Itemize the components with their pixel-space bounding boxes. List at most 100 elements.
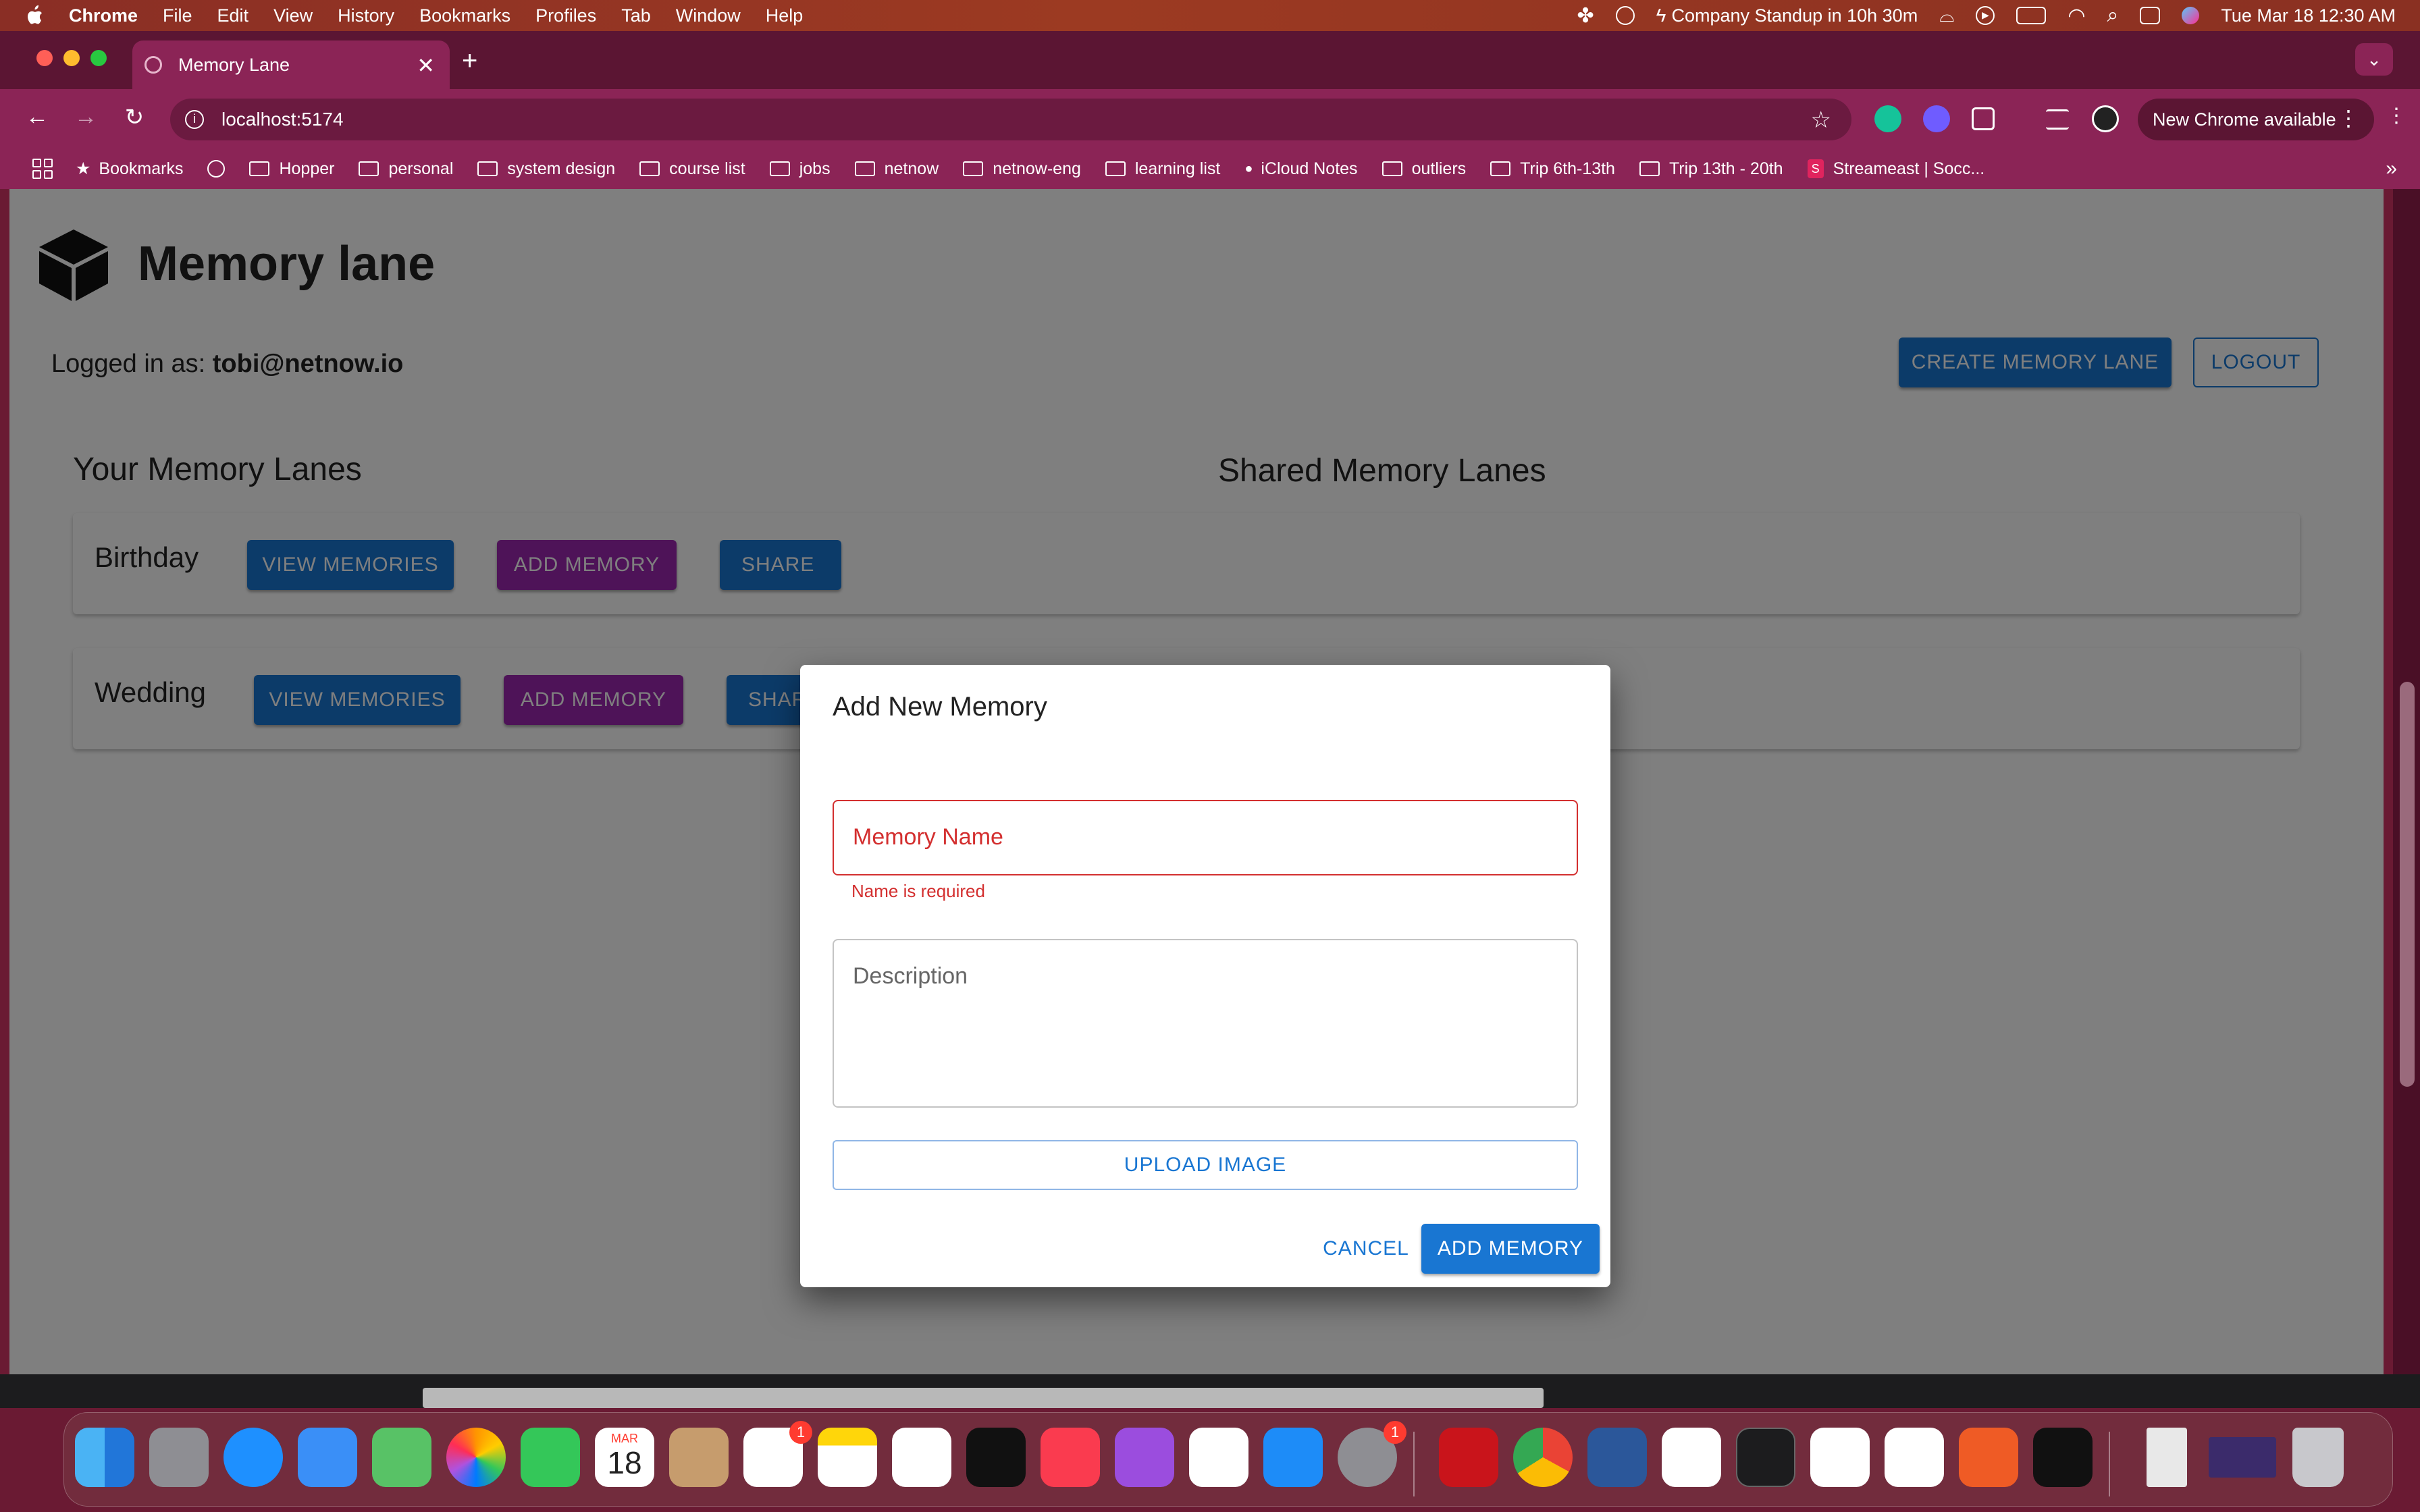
cursor-icon[interactable]	[2033, 1428, 2093, 1487]
bookmark-folder[interactable]: learning list	[1105, 159, 1220, 179]
play-icon[interactable]: ▶	[1976, 6, 1995, 25]
creative-cloud-icon[interactable]	[1615, 6, 1635, 25]
bookmark-folder[interactable]: Trip 13th - 20th	[1639, 159, 1783, 179]
trash-icon[interactable]	[2292, 1428, 2344, 1487]
bookmark-folder[interactable]: jobs	[769, 159, 831, 179]
upload-image-button[interactable]: UPLOAD IMAGE	[833, 1140, 1578, 1190]
music-icon[interactable]	[1041, 1428, 1100, 1487]
podcasts-icon[interactable]	[1115, 1428, 1174, 1487]
reload-icon[interactable]: ↻	[119, 104, 150, 131]
menu-profiles[interactable]: Profiles	[535, 5, 596, 26]
apps-grid-icon[interactable]	[32, 159, 53, 179]
launchpad-icon[interactable]	[149, 1428, 209, 1487]
submit-add-memory-button[interactable]: ADD MEMORY	[1421, 1224, 1600, 1274]
postman-icon[interactable]	[1959, 1428, 2018, 1487]
siri-icon[interactable]	[2182, 7, 2200, 24]
bookmark-folder[interactable]: outliers	[1382, 159, 1466, 179]
horizontal-scrollbar[interactable]	[0, 1374, 2420, 1408]
bookmark-label: netnow	[884, 159, 939, 178]
spotlight-search-icon[interactable]: ⌕	[2107, 4, 2119, 27]
folder-icon	[1639, 161, 1660, 176]
bookmark-star-icon[interactable]: ☆	[1811, 107, 1831, 134]
bookmark-item[interactable]: ● iCloud Notes	[1244, 159, 1357, 179]
asana-icon[interactable]	[1810, 1428, 1870, 1487]
address-bar[interactable]: i localhost:5174 ☆	[170, 99, 1851, 140]
forward-arrow-icon[interactable]: →	[70, 104, 101, 130]
menu-tab[interactable]: Tab	[621, 5, 651, 26]
window-close-button[interactable]	[36, 50, 53, 66]
terminal-icon[interactable]	[1736, 1428, 1795, 1487]
wifi-icon[interactable]: ◠	[2068, 4, 2085, 28]
app-store-icon[interactable]	[1263, 1428, 1323, 1487]
extensions-puzzle-icon[interactable]	[1972, 107, 1995, 130]
screenshot-stack-icon[interactable]	[2209, 1437, 2276, 1478]
grammarly-extension-icon[interactable]	[1874, 105, 1901, 132]
menu-bookmarks[interactable]: Bookmarks	[419, 5, 510, 26]
side-menu-icon[interactable]: ⋮	[2381, 104, 2412, 128]
menu-history[interactable]: History	[338, 5, 394, 26]
photos-icon[interactable]	[446, 1428, 506, 1487]
extension-gear-icon[interactable]	[1923, 105, 1950, 132]
bookmark-folder[interactable]: netnow	[854, 159, 939, 179]
tab-search-chevron-icon[interactable]: ⌄	[2355, 43, 2393, 76]
finder-icon[interactable]	[75, 1428, 134, 1487]
update-chrome-button[interactable]: New Chrome available ⋮	[2138, 99, 2374, 140]
horizontal-scrollbar-thumb[interactable]	[423, 1388, 1544, 1408]
bookmark-folder[interactable]: Hopper	[249, 159, 334, 179]
bookmarks-overflow-icon[interactable]: »	[2386, 157, 2397, 180]
site-info-icon[interactable]: i	[185, 110, 204, 129]
vscode-icon[interactable]	[1885, 1428, 1944, 1487]
safari-icon[interactable]	[223, 1428, 283, 1487]
window-zoom-button[interactable]	[90, 50, 107, 66]
menu-file[interactable]: File	[163, 5, 192, 26]
more-menu-icon[interactable]: ⋮	[2338, 105, 2359, 131]
bookmark-folder[interactable]: Trip 6th-13th	[1490, 159, 1615, 179]
acrobat-icon[interactable]	[1439, 1428, 1498, 1487]
menu-clock[interactable]: Tue Mar 18 12:30 AM	[2221, 5, 2396, 26]
new-tab-plus-icon[interactable]: +	[462, 46, 477, 76]
apple-tv-icon[interactable]	[966, 1428, 1026, 1487]
bookmark-item[interactable]: S Streameast | Socc...	[1807, 159, 1984, 179]
dropbox-icon[interactable]: ✤	[1577, 4, 1594, 28]
maps-icon[interactable]	[372, 1428, 431, 1487]
airpods-icon[interactable]: ⌓	[1939, 5, 1954, 27]
news-icon[interactable]	[1189, 1428, 1248, 1487]
reading-list-icon[interactable]	[2046, 109, 2069, 130]
downloads-stack-icon[interactable]	[2147, 1428, 2187, 1487]
freeform-icon[interactable]	[892, 1428, 951, 1487]
bookmark-folder[interactable]: course list	[639, 159, 745, 179]
cancel-button[interactable]: CANCEL	[1312, 1224, 1420, 1274]
facetime-icon[interactable]	[521, 1428, 580, 1487]
bookmark-folder[interactable]: personal	[359, 159, 453, 179]
tab-close-icon[interactable]: ✕	[417, 53, 435, 78]
control-center-icon[interactable]	[2140, 7, 2161, 24]
slack-icon[interactable]	[1662, 1428, 1721, 1487]
bookmark-folder[interactable]: system design	[477, 159, 615, 179]
bookmark-folder[interactable]: netnow-eng	[963, 159, 1081, 179]
memory-name-input[interactable]: Memory Name	[833, 800, 1578, 875]
menu-window[interactable]: Window	[676, 5, 741, 26]
menu-app-name[interactable]: Chrome	[69, 5, 138, 26]
menu-edit[interactable]: Edit	[217, 5, 249, 26]
battery-icon[interactable]	[2016, 7, 2047, 24]
notes-icon[interactable]	[818, 1428, 877, 1487]
menu-view[interactable]: View	[273, 5, 313, 26]
profile-avatar[interactable]	[2092, 105, 2119, 132]
browser-tab-active[interactable]: Memory Lane ✕	[132, 40, 450, 89]
description-textarea[interactable]: Description	[833, 939, 1578, 1108]
back-arrow-icon[interactable]: ←	[22, 104, 53, 130]
mail-icon[interactable]	[298, 1428, 357, 1487]
bookmark-item[interactable]: ★ Bookmarks	[76, 159, 183, 179]
vertical-scrollbar-thumb[interactable]	[2400, 682, 2415, 1087]
vertical-scrollbar[interactable]	[2393, 189, 2420, 1374]
calendar-event-status[interactable]: ϟ Company Standup in 10h 30m	[1656, 5, 1918, 26]
menu-help[interactable]: Help	[766, 5, 804, 26]
chrome-icon[interactable]	[1513, 1428, 1573, 1487]
window-minimize-button[interactable]	[63, 50, 80, 66]
word-icon[interactable]	[1587, 1428, 1647, 1487]
apple-menu-icon[interactable]	[24, 5, 45, 26]
folder-icon	[1105, 161, 1126, 176]
contacts-icon[interactable]	[669, 1428, 729, 1487]
calendar-icon[interactable]: MAR 18	[595, 1428, 654, 1487]
bookmark-globe-icon[interactable]	[207, 160, 226, 178]
